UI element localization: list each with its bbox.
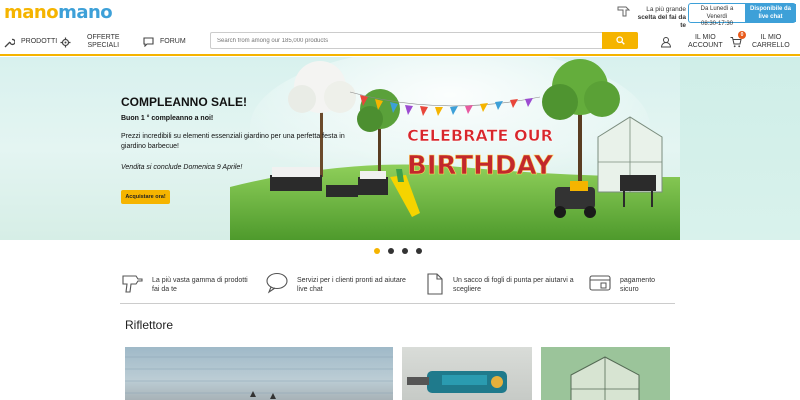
support-hours: Da Lunedì a Venerdì 08:30-17:30 bbox=[691, 6, 743, 29]
feature-line-2: fai da te bbox=[152, 286, 177, 293]
workshop-image bbox=[125, 356, 393, 399]
hero-banner[interactable]: CELEBRATE OUR BIRTHDAY COMPLEANNO SALE! … bbox=[0, 57, 800, 240]
feature-line-2: live chat bbox=[297, 286, 323, 293]
hours-days: Da Lunedì a Venerdì bbox=[700, 6, 734, 20]
cart-line-1: IL MIO bbox=[760, 34, 782, 41]
wrench-icon bbox=[4, 38, 15, 47]
cart-line-2: CARRELLO bbox=[752, 42, 790, 49]
chat-line-1: Disponibile da bbox=[749, 6, 791, 12]
spotlight-card[interactable] bbox=[125, 347, 393, 400]
spotlight-card[interactable] bbox=[541, 347, 670, 400]
nav-products-label: PRODOTTI bbox=[21, 38, 58, 45]
carousel-dot-2[interactable] bbox=[388, 248, 394, 254]
account-line-1: IL MIO bbox=[694, 34, 716, 41]
banner-line-2: BIRTHDAY bbox=[407, 151, 554, 181]
nav-offers-line-1: OFFERTE bbox=[87, 34, 120, 41]
hero-end-date: Vendita si conclude Domenica 9 Aprile! bbox=[121, 164, 243, 171]
logo[interactable]: manomano bbox=[4, 2, 113, 23]
chat-line-2: live chat bbox=[758, 13, 783, 20]
document-icon bbox=[427, 273, 443, 295]
cart-label: IL MIO CARRELLO bbox=[752, 34, 790, 50]
carousel-dot-1[interactable] bbox=[374, 248, 380, 254]
feature-text: Un sacco di fogli di punta per aiutarvi … bbox=[453, 276, 574, 294]
promo-line-1: La più grande bbox=[646, 6, 686, 13]
support-hours-box[interactable]: Da Lunedì a Venerdì 08:30-17:30 Disponib… bbox=[688, 3, 796, 27]
chat-bubble-icon bbox=[266, 272, 288, 294]
search-bar bbox=[210, 32, 638, 49]
feature-line-2: scegliere bbox=[453, 286, 482, 293]
feature-item: Servizi per i clienti pronti ad aiutare … bbox=[265, 272, 406, 298]
feature-line-1: Servizi per i clienti pronti ad aiutare bbox=[297, 277, 406, 284]
account-line-2: ACCOUNT bbox=[688, 42, 723, 49]
nav-forum-label: FORUM bbox=[160, 38, 186, 45]
banner-line-1: CELEBRATE OUR bbox=[407, 126, 553, 145]
account-link[interactable]: IL MIO ACCOUNT bbox=[660, 30, 723, 54]
feature-line-1: pagamento bbox=[620, 277, 656, 284]
promo-tagline: La più grande scelta del fai da te bbox=[636, 6, 686, 30]
carousel-dot-3[interactable] bbox=[402, 248, 408, 254]
search-button[interactable] bbox=[602, 32, 638, 49]
nav-offers-label: OFFERTE SPECIALI bbox=[87, 34, 120, 50]
live-chat-button[interactable]: Disponibile da live chat bbox=[745, 4, 796, 22]
top-bar: manomano La più grande scelta del fai da… bbox=[0, 0, 800, 30]
page: manomano La più grande scelta del fai da… bbox=[0, 0, 800, 400]
gear-icon bbox=[60, 37, 71, 47]
logo-part-2: mano bbox=[58, 2, 113, 23]
nav-offers-line-2: SPECIALI bbox=[87, 42, 120, 49]
forum-bubble-icon bbox=[143, 37, 154, 47]
secure-payment-icon bbox=[589, 275, 611, 291]
carousel-dot-4[interactable] bbox=[416, 248, 422, 254]
spotlight-card[interactable] bbox=[402, 347, 532, 400]
feature-text: La più vasta gamma di prodotti fai da te bbox=[152, 276, 248, 294]
search-input[interactable] bbox=[217, 34, 617, 47]
hero-description: Prezzi incredibili su elementi essenzial… bbox=[121, 133, 345, 150]
account-label: IL MIO ACCOUNT bbox=[688, 34, 723, 50]
feature-text: Servizi per i clienti pronti ad aiutare … bbox=[297, 276, 406, 294]
hero-title: COMPLEANNO SALE! bbox=[121, 95, 247, 109]
search-icon bbox=[615, 36, 625, 45]
feature-line-1: Un sacco di fogli di punta per aiutarvi … bbox=[453, 277, 574, 284]
logo-part-1: mano bbox=[4, 2, 59, 23]
nav-bar: PRODOTTI OFFERTE SPECIALI FORUM Search f… bbox=[0, 30, 800, 56]
feature-item: La più vasta gamma di prodotti fai da te bbox=[120, 272, 248, 298]
feature-item: Un sacco di fogli di punta per aiutarvi … bbox=[425, 272, 574, 298]
shop-now-button[interactable]: Acquistare ora! bbox=[121, 190, 170, 204]
nav-products[interactable]: PRODOTTI bbox=[4, 30, 57, 54]
feature-text: pagamento sicuro bbox=[620, 276, 655, 294]
hammer-promo-icon bbox=[617, 6, 631, 17]
greenhouse-image bbox=[570, 356, 640, 400]
feature-line-1: La più vasta gamma di prodotti bbox=[152, 277, 248, 284]
nav-forum[interactable]: FORUM bbox=[143, 30, 186, 54]
cart-count-badge: 0 bbox=[738, 31, 746, 39]
hours-time: 08:30-17:30 bbox=[700, 21, 734, 27]
cart-link[interactable]: 0 IL MIO CARRELLO bbox=[730, 30, 790, 54]
spotlight-title: Riflettore bbox=[125, 318, 174, 332]
user-icon bbox=[660, 37, 672, 48]
feature-item: pagamento sicuro bbox=[588, 272, 655, 298]
power-drill-image bbox=[407, 371, 507, 393]
feature-line-2: sicuro bbox=[620, 286, 639, 293]
hero-subtitle: Buon 1 ° compleanno a noi! bbox=[121, 115, 214, 122]
carousel-dots bbox=[374, 248, 424, 256]
drill-icon bbox=[122, 275, 143, 293]
features-strip: La più vasta gamma di prodotti fai da te… bbox=[120, 268, 675, 304]
hero-background-strip bbox=[680, 57, 800, 240]
nav-offers[interactable]: OFFERTE SPECIALI bbox=[60, 30, 120, 54]
promo-line-2: scelta del fai da te bbox=[637, 14, 686, 29]
